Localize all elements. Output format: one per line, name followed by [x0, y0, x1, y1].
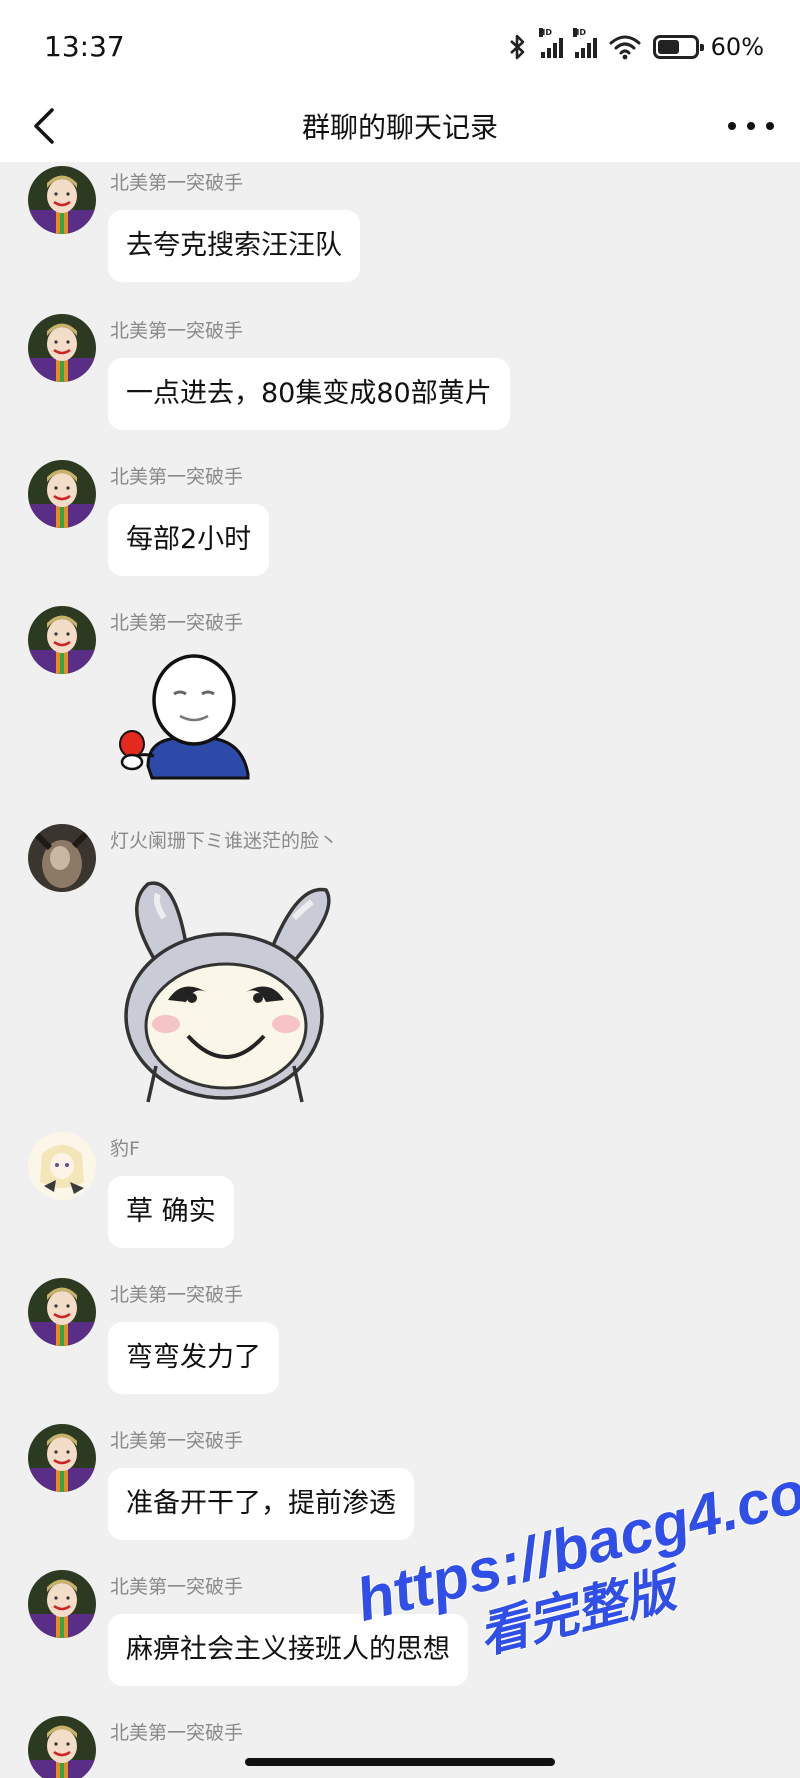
page-title: 群聊的聊天记录 — [301, 111, 498, 144]
message-bubble[interactable]: 去夸克搜索汪汪队 — [108, 210, 360, 282]
avatar[interactable] — [28, 1570, 96, 1638]
more-dot-icon — [766, 122, 774, 130]
sender-name: 北美第一突破手 — [110, 1576, 244, 1598]
sender-name: 灯火阑珊下ミ谁迷茫的脸丶 — [110, 830, 339, 852]
avatar[interactable] — [28, 1132, 96, 1200]
home-indicator[interactable] — [245, 1758, 555, 1766]
sender-name: 北美第一突破手 — [110, 466, 244, 488]
battery-percent: 60% — [710, 33, 764, 61]
sender-name: 北美第一突破手 — [110, 1284, 244, 1306]
avatar[interactable] — [28, 824, 96, 892]
hd-label: HD — [572, 28, 586, 37]
sender-name: 豹F — [110, 1138, 140, 1160]
avatar[interactable] — [28, 606, 96, 674]
avatar[interactable] — [28, 460, 96, 528]
message-bubble[interactable]: 一点进去，80集变成80部黄片 — [108, 358, 510, 430]
more-dot-icon — [747, 122, 755, 130]
hd-label: HD — [538, 28, 552, 37]
message-bubble[interactable]: 准备开干了，提前渗透 — [108, 1468, 414, 1540]
avatar[interactable] — [28, 314, 96, 382]
navigation-bar: 群聊的聊天记录 — [0, 90, 800, 162]
avatar[interactable] — [28, 1716, 96, 1778]
more-options-button[interactable] — [728, 106, 774, 146]
avatar[interactable] — [28, 1424, 96, 1492]
egg-boy-sticker[interactable] — [108, 648, 268, 788]
battery-icon — [652, 35, 704, 59]
sender-name: 北美第一突破手 — [110, 1722, 244, 1744]
sender-name: 北美第一突破手 — [110, 172, 244, 194]
status-icons: HD HD 60% — [507, 28, 764, 62]
sender-name: 北美第一突破手 — [110, 1430, 244, 1452]
message-list[interactable]: 北美第一突破手 去夸克搜索汪汪队 北美第一突破手 一点进去，80集变成80部黄片… — [0, 162, 800, 1778]
more-dot-icon — [728, 122, 736, 130]
avatar[interactable] — [28, 1278, 96, 1346]
signal-icon-sim1: HD — [538, 28, 563, 58]
smirking-rabbit-sticker[interactable] — [108, 866, 338, 1106]
sender-name: 北美第一突破手 — [110, 612, 244, 634]
message-bubble[interactable]: 草 确实 — [108, 1176, 234, 1248]
avatar[interactable] — [28, 166, 96, 234]
message-bubble[interactable]: 弯弯发力了 — [108, 1322, 279, 1394]
wifi-icon — [609, 35, 641, 60]
status-bar: 13:37 HD HD 60% — [0, 0, 800, 90]
message-bubble[interactable]: 麻痹社会主义接班人的思想 — [108, 1614, 468, 1686]
message-bubble[interactable]: 每部2小时 — [108, 504, 270, 576]
bluetooth-icon — [509, 34, 524, 60]
signal-icon-sim2: HD — [572, 28, 597, 58]
status-time: 13:37 — [44, 30, 125, 63]
sender-name: 北美第一突破手 — [110, 320, 244, 342]
